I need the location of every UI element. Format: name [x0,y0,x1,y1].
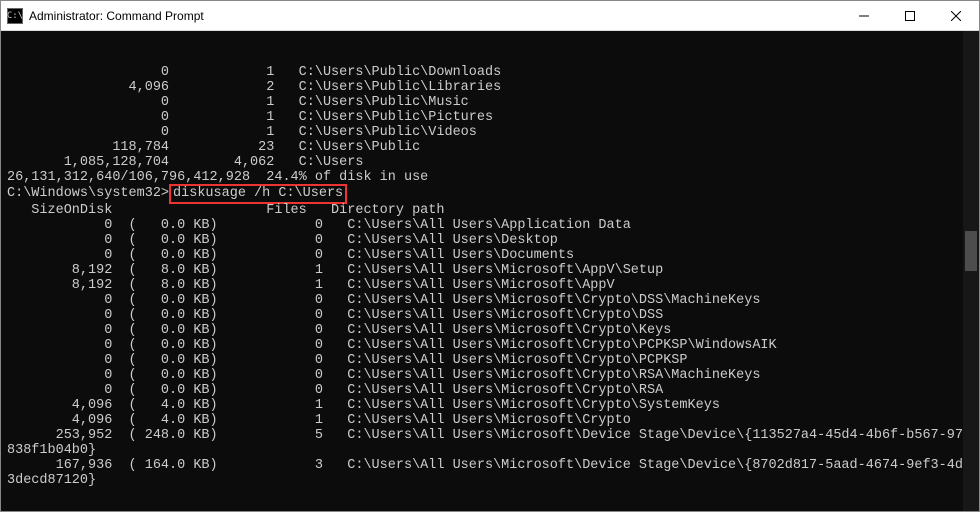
du-row: 0 ( 0.0 KB) 0 C:\Users\All Users\Desktop [7,233,973,248]
scrollbar-thumb[interactable] [965,231,977,271]
du-row: 118,784 23 C:\Users\Public [7,140,973,155]
du-row: 4,096 2 C:\Users\Public\Libraries [7,80,973,95]
prompt-line: C:\Windows\system32>diskusage /h C:\User… [7,185,973,203]
du-row: 0 1 C:\Users\Public\Pictures [7,110,973,125]
du-row: 0 1 C:\Users\Public\Downloads [7,65,973,80]
du-row: 0 ( 0.0 KB) 0 C:\Users\All Users\Microso… [7,338,973,353]
du-row: 0 ( 0.0 KB) 0 C:\Users\All Users\Applica… [7,218,973,233]
cmd-icon: C:\ [7,8,23,24]
du-row: 4,096 ( 4.0 KB) 1 C:\Users\All Users\Mic… [7,413,973,428]
disk-summary: 26,131,312,640/106,796,412,928 24.4% of … [7,170,973,185]
du-row: 0 ( 0.0 KB) 0 C:\Users\All Users\Microso… [7,323,973,338]
du-row: 253,952 ( 248.0 KB) 5 C:\Users\All Users… [7,428,973,443]
window-title: Administrator: Command Prompt [29,9,841,23]
du-row: 8,192 ( 8.0 KB) 1 C:\Users\All Users\Mic… [7,278,973,293]
du-row: 0 1 C:\Users\Public\Videos [7,125,973,140]
terminal-area[interactable]: 0 1 C:\Users\Public\Downloads 4,096 2 C:… [1,31,979,511]
scrollbar[interactable] [963,31,979,511]
maximize-button[interactable] [887,1,933,31]
titlebar[interactable]: C:\ Administrator: Command Prompt [1,1,979,31]
window-frame: C:\ Administrator: Command Prompt 0 1 C:… [0,0,980,512]
highlighted-command: diskusage /h C:\Users [169,184,347,204]
du-row: 0 ( 0.0 KB) 0 C:\Users\All Users\Microso… [7,368,973,383]
du-row: 0 ( 0.0 KB) 0 C:\Users\All Users\Microso… [7,308,973,323]
du-row: 167,936 ( 164.0 KB) 3 C:\Users\All Users… [7,458,973,473]
close-button[interactable] [933,1,979,31]
minimize-button[interactable] [841,1,887,31]
du-row: 0 ( 0.0 KB) 0 C:\Users\All Users\Microso… [7,293,973,308]
du-row: 8,192 ( 8.0 KB) 1 C:\Users\All Users\Mic… [7,263,973,278]
du-row: 0 ( 0.0 KB) 0 C:\Users\All Users\Microso… [7,383,973,398]
du-row-wrap: 3decd87120} [7,473,973,488]
du-row: 0 1 C:\Users\Public\Music [7,95,973,110]
du-row: 4,096 ( 4.0 KB) 1 C:\Users\All Users\Mic… [7,398,973,413]
du-row-wrap: 838f1b04b0} [7,443,973,458]
du-row: 0 ( 0.0 KB) 0 C:\Users\All Users\Microso… [7,353,973,368]
du-row: 0 ( 0.0 KB) 0 C:\Users\All Users\Documen… [7,248,973,263]
column-header: SizeOnDisk Files Directory path [7,203,973,218]
du-row: 1,085,128,704 4,062 C:\Users [7,155,973,170]
